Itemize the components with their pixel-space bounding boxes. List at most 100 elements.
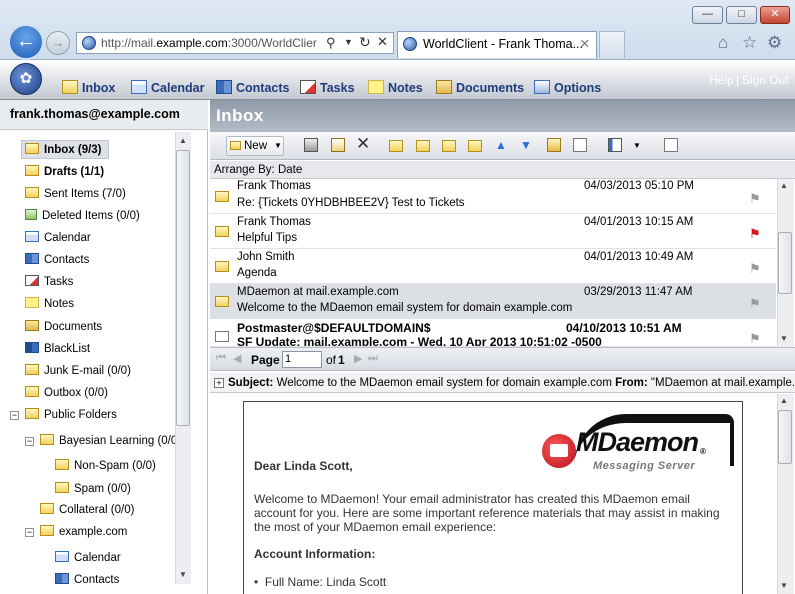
scroll-down-arrow-icon[interactable]: ▼ [780, 581, 788, 590]
page-number-input[interactable]: 1 [282, 351, 322, 368]
folder-public-folders[interactable]: − Public Folders [10, 406, 117, 424]
delete-icon[interactable]: ✕ [356, 134, 370, 154]
help-link[interactable]: Help [709, 73, 734, 87]
folder-tasks[interactable]: Tasks [25, 273, 73, 291]
folder-calendar[interactable]: Calendar [25, 229, 91, 247]
forward-button[interactable]: → [46, 31, 70, 55]
tab-close-icon[interactable]: ✕ [580, 32, 590, 56]
nav-inbox[interactable]: Inbox [62, 80, 115, 95]
folder-junk-email[interactable]: Junk E-mail (0/0) [25, 362, 131, 380]
print-icon[interactable] [304, 138, 318, 152]
message-subject: Helpful Tips [237, 232, 298, 244]
new-dropdown-arrow-icon[interactable]: ▼ [274, 141, 282, 150]
forward-as-attachment-icon[interactable] [468, 138, 482, 152]
favorites-star-icon[interactable]: ☆ [742, 33, 757, 53]
folder-shared-contacts[interactable]: Contacts [55, 571, 119, 589]
tab-title: WorldClient - Frank Thoma... [423, 37, 584, 51]
scroll-up-arrow-icon[interactable]: ▲ [780, 396, 788, 405]
message-row[interactable]: Frank Thomas 04/03/2013 05:10 PM Re: {Ti… [210, 179, 776, 214]
collapse-toggle-icon[interactable]: − [10, 411, 19, 420]
stop-icon[interactable]: ✕ [377, 34, 388, 50]
folder-documents[interactable]: Documents [25, 318, 102, 336]
scroll-up-arrow-icon[interactable]: ▲ [176, 134, 190, 148]
message-row-selected[interactable]: MDaemon at mail.example.com 03/29/2013 1… [210, 284, 776, 319]
next-page-icon[interactable]: ▶ [354, 352, 362, 365]
folder-non-spam[interactable]: Non-Spam (0/0) [55, 457, 156, 475]
folder-inbox[interactable]: Inbox (9/3) [25, 141, 102, 159]
nav-documents[interactable]: Documents [436, 80, 524, 95]
scroll-up-arrow-icon[interactable]: ▲ [780, 181, 788, 190]
dropdown-arrow-icon[interactable]: ▼ [344, 37, 353, 47]
folder-blacklist[interactable]: BlackList [25, 340, 90, 358]
nav-calendar[interactable]: Calendar [131, 80, 205, 95]
of-label: of [326, 353, 337, 367]
mark-read-icon[interactable] [547, 138, 561, 152]
close-window-button[interactable]: ✕ [760, 6, 790, 24]
reply-icon[interactable] [389, 138, 403, 152]
collapse-toggle-icon[interactable]: − [25, 528, 34, 537]
message-row-unread[interactable]: Postmaster@$DEFAULTDOMAIN$ 04/10/2013 10… [210, 319, 776, 347]
folder-deleted-items[interactable]: Deleted Items (0/0) [25, 207, 140, 225]
settings-gear-icon[interactable]: ⚙ [767, 33, 782, 53]
folder-sent-items[interactable]: Sent Items (7/0) [25, 185, 126, 203]
popout-icon[interactable] [664, 138, 678, 152]
new-tab-button[interactable] [599, 31, 625, 58]
folder-contacts[interactable]: Contacts [25, 251, 89, 269]
prev-page-icon[interactable]: ◀ [233, 352, 241, 365]
folder-collateral[interactable]: Collateral (0/0) [40, 501, 134, 519]
refresh-icon[interactable]: ↻ [359, 34, 371, 51]
from-value: "MDaemon at mail.example.com" <M [650, 377, 795, 389]
notes-icon [25, 297, 39, 308]
message-row[interactable]: Frank Thomas 04/01/2013 10:15 AM Helpful… [210, 214, 776, 249]
search-icon[interactable]: ⚲ [326, 35, 336, 51]
preview-scroll-thumb[interactable] [778, 410, 792, 464]
maximize-button[interactable]: □ [726, 6, 757, 24]
nav-notes[interactable]: Notes [368, 80, 423, 95]
reading-pane-icon[interactable] [608, 138, 622, 152]
message-list-scroll-thumb[interactable] [778, 232, 792, 294]
folder-spam[interactable]: Spam (0/0) [55, 480, 131, 498]
reply-all-icon[interactable] [416, 138, 430, 152]
folder-scroll-thumb[interactable] [176, 150, 190, 426]
layout-dropdown-arrow-icon[interactable]: ▼ [633, 141, 641, 150]
previous-message-icon[interactable]: ▲ [495, 138, 507, 152]
envelope-icon [25, 187, 39, 198]
folder-example-com[interactable]: − example.com [25, 523, 127, 541]
scroll-down-arrow-icon[interactable]: ▼ [176, 568, 190, 582]
red-flag-icon[interactable]: ⚑ [749, 226, 761, 241]
scroll-down-arrow-icon[interactable]: ▼ [780, 334, 788, 343]
last-page-icon[interactable]: ⏭ [368, 352, 378, 365]
minimize-button[interactable]: — [692, 6, 723, 24]
greeting: Dear Linda Scott, [254, 459, 353, 473]
arrange-by-bar[interactable]: Arrange By: Date [210, 161, 795, 179]
folder-outbox[interactable]: Outbox (0/0) [25, 384, 108, 402]
signout-link[interactable]: Sign Out [742, 73, 789, 87]
nav-options[interactable]: Options [534, 80, 601, 95]
message-from: John Smith [237, 251, 295, 263]
nav-tasks[interactable]: Tasks [300, 80, 355, 95]
browser-tab[interactable]: WorldClient - Frank Thoma... ✕ [397, 31, 597, 58]
envelope-icon [25, 386, 39, 397]
forward-icon[interactable] [442, 138, 456, 152]
flag-icon[interactable]: ⚑ [749, 331, 761, 346]
read-envelope-icon [215, 191, 229, 202]
nav-contacts[interactable]: Contacts [216, 80, 289, 95]
expand-header-icon[interactable]: + [214, 378, 224, 388]
folder-bayesian-learning[interactable]: − Bayesian Learning (0/0) [25, 432, 181, 450]
back-button[interactable]: ← [8, 24, 44, 60]
message-row[interactable]: John Smith 04/01/2013 10:49 AM Agenda ⚑ [210, 249, 776, 284]
collapse-toggle-icon[interactable]: − [25, 437, 34, 446]
url-prefix: http://mail. [101, 36, 157, 50]
next-message-icon[interactable]: ▼ [520, 138, 532, 152]
flag-icon[interactable]: ⚑ [749, 191, 761, 206]
folder-notes[interactable]: Notes [25, 295, 74, 313]
preview-header: Subject: Welcome to the MDaemon email sy… [210, 373, 795, 393]
move-icon[interactable] [331, 138, 345, 152]
first-page-icon[interactable]: ⏮ [216, 352, 226, 365]
view-source-icon[interactable] [573, 138, 587, 152]
flag-icon[interactable]: ⚑ [749, 296, 761, 311]
flag-icon[interactable]: ⚑ [749, 261, 761, 276]
folder-shared-calendar[interactable]: Calendar [55, 549, 121, 567]
home-icon[interactable]: ⌂ [718, 33, 728, 53]
folder-drafts[interactable]: Drafts (1/1) [25, 163, 104, 181]
